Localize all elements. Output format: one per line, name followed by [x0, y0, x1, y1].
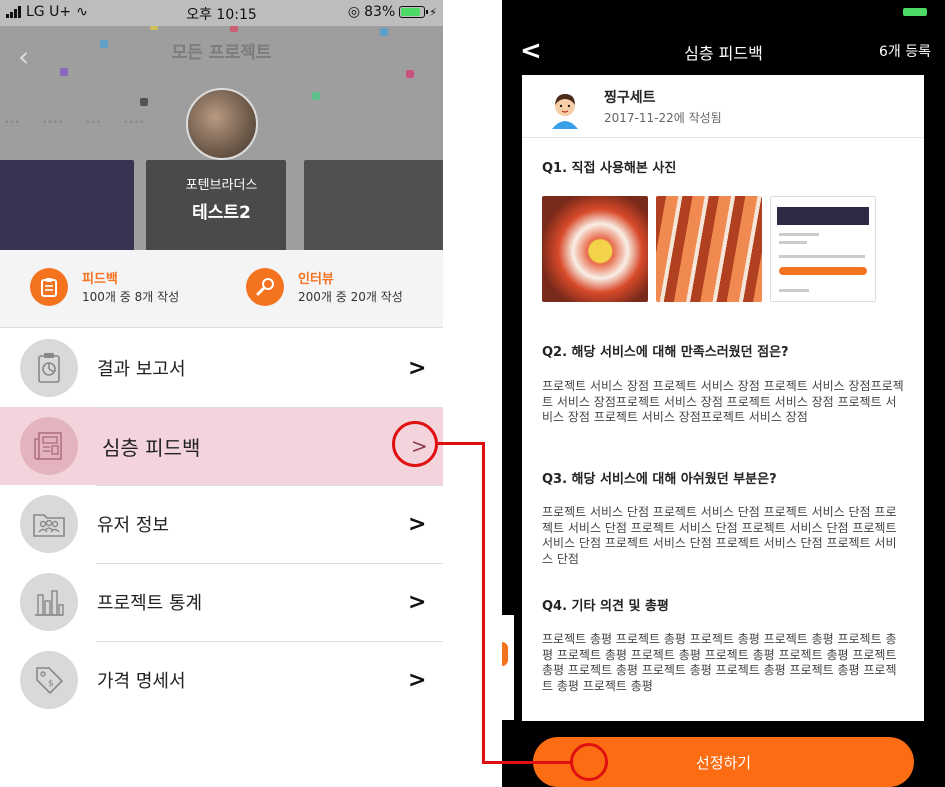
photo-thumbnail[interactable] [656, 196, 762, 302]
chevron-right-icon: > [408, 355, 427, 381]
nav-bar: < 심층 피드백 6개 등록 [502, 32, 945, 72]
answer-3: 프로젝트 서비스 단점 프로젝트 서비스 단점 프로젝트 서비스 단점 프로젝트… [542, 505, 897, 566]
stat-feedback-title: 피드백 [82, 272, 118, 287]
annotation-line [482, 761, 572, 764]
header-title: 모든 프로젝트 [171, 43, 272, 63]
profile-avatar [186, 88, 258, 160]
right-screen: < 심층 피드백 6개 등록 찡구세트 2017-11-22에 작성됨 Q1. … [502, 0, 945, 787]
underlying-card-edge [502, 615, 514, 720]
feedback-card: 찡구세트 2017-11-22에 작성됨 Q1. 직접 사용해본 사진 Q2. … [522, 75, 924, 721]
status-right: ◎ 83% ⚡ [348, 4, 437, 20]
stat-interview-detail: 200개 중 20개 작성 [298, 290, 403, 304]
battery-icon [903, 8, 927, 16]
project-hero: ‹ 모든 프로젝트 ••• •••• ••• •••• 포텐브라더스 테스트2 [0, 26, 443, 250]
menu-item-label: 가격 명세서 [97, 671, 186, 692]
report-chart-icon [20, 339, 78, 397]
annotation-ring-chevron [392, 421, 438, 467]
chevron-right-icon: > [408, 589, 427, 615]
feedback-count: 6개 등록 [879, 44, 931, 60]
stat-interview[interactable]: 인터뷰 200개 중 20개 작성 [246, 268, 418, 306]
status-bar: LG U+ ∿ 오후 10:15 ◎ 83% ⚡ [0, 0, 443, 26]
question-3: Q3. 해당 서비스에 대해 아쉬웠던 부분은? [542, 472, 777, 487]
photo-gallery [542, 196, 876, 302]
menu-item-label: 심층 피드백 [102, 435, 201, 460]
menu-item-label: 프로젝트 통계 [97, 593, 203, 614]
question-2: Q2. 해당 서비스에 대해 만족스러웠던 점은? [542, 345, 789, 360]
chevron-right-icon: > [408, 667, 427, 693]
menu-item-report[interactable]: 결과 보고서 > [0, 329, 443, 407]
menu-item-user-info[interactable]: 유저 정보 > [0, 485, 443, 563]
user-name: 포텐브라더스 [185, 178, 258, 193]
project-name: 테스트2 [192, 203, 251, 223]
clipboard-icon [30, 268, 68, 306]
price-tag-icon: $ [20, 651, 78, 709]
chevron-right-icon: > [408, 511, 427, 537]
answer-2: 프로젝트 서비스 장점 프로젝트 서비스 장점 프로젝트 서비스 장점프로젝트 … [542, 379, 904, 424]
annotation-ring-button [570, 743, 608, 781]
rotation-lock-icon: ◎ [347, 4, 361, 20]
author-date: 2017-11-22에 작성됨 [604, 111, 722, 125]
stat-feedback-detail: 100개 중 8개 작성 [82, 290, 180, 304]
photo-thumbnail[interactable] [770, 196, 876, 302]
author-name: 찡구세트 [604, 90, 656, 106]
users-folder-icon [20, 495, 78, 553]
bar-chart-icon [20, 573, 78, 631]
battery-percent: 83% [364, 4, 396, 20]
svg-text:$: $ [48, 679, 54, 689]
annotation-line [482, 442, 485, 764]
stat-feedback[interactable]: 피드백 100개 중 8개 작성 [30, 268, 182, 306]
question-1: Q1. 직접 사용해본 사진 [542, 161, 677, 176]
menu-item-label: 결과 보고서 [97, 359, 186, 380]
menu-item-deep-feedback[interactable]: 심층 피드백 > [0, 407, 443, 485]
menu-item-label: 유저 정보 [97, 515, 169, 536]
menu-list: 결과 보고서 > 심층 피드백 > 유저 정보 > 프로젝트 통계 > $ 가격… [0, 329, 443, 719]
author-avatar-icon [552, 94, 578, 129]
newspaper-icon [20, 417, 78, 475]
menu-item-project-stats[interactable]: 프로젝트 통계 > [0, 563, 443, 641]
divider [522, 137, 924, 138]
charging-icon: ⚡ [429, 5, 437, 19]
stats-bar: 피드백 100개 중 8개 작성 인터뷰 200개 중 20개 작성 [0, 250, 443, 328]
question-4: Q4. 기타 의견 및 총평 [542, 599, 669, 614]
annotation-line [438, 442, 484, 445]
left-screen: LG U+ ∿ 오후 10:15 ◎ 83% ⚡ ‹ 모든 프로젝트 ••• ••… [0, 0, 443, 787]
answer-4: 프로젝트 총평 프로젝트 총평 프로젝트 총평 프로젝트 총평 프로젝트 총평 … [542, 632, 897, 693]
menu-item-price-sheet[interactable]: $ 가격 명세서 > [0, 641, 443, 719]
underlying-orange-marker [502, 642, 508, 666]
battery-icon [399, 6, 429, 18]
photo-thumbnail[interactable] [542, 196, 648, 302]
stat-interview-title: 인터뷰 [298, 272, 334, 287]
microphone-icon [246, 268, 284, 306]
